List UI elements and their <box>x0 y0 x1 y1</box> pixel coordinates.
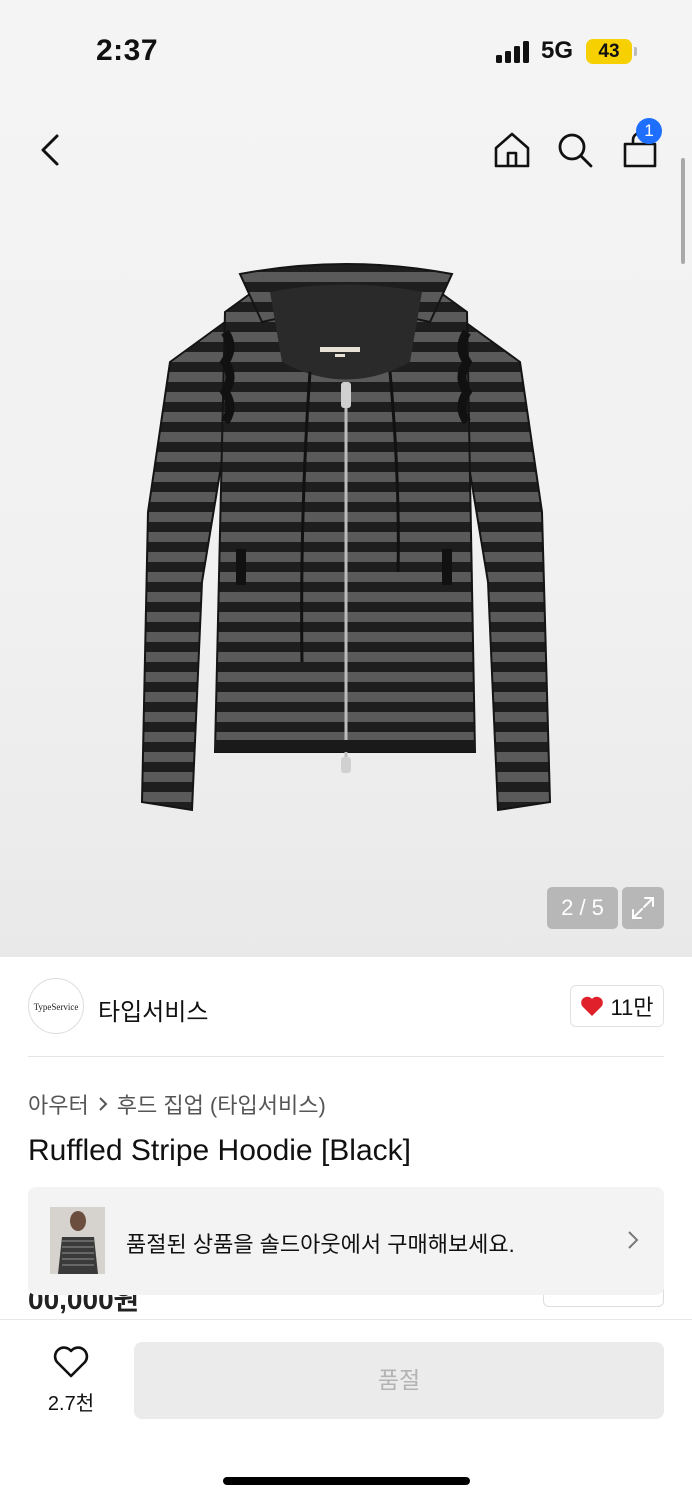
signal-icon <box>496 41 532 63</box>
wishlist-count: 2.7천 <box>47 1393 95 1415</box>
chevron-right-icon <box>628 1231 639 1249</box>
image-counter: 2 / 5 <box>547 887 618 929</box>
product-gallery[interactable]: 2:37 5G 43 1 2 / 5 <box>0 0 692 957</box>
brand-name[interactable]: 타입서비스 <box>98 992 208 1027</box>
brand-like-button[interactable]: 11만 <box>570 985 664 1027</box>
top-nav: 1 <box>0 118 692 180</box>
breadcrumb: 아우터 후드 집업 (타입서비스) <box>28 1088 326 1120</box>
battery-icon: 43 <box>586 39 637 64</box>
brand-row[interactable]: TypeService 타입서비스 11만 <box>28 978 664 1036</box>
cart-badge: 1 <box>636 118 662 144</box>
bottom-action-bar: 2.7천 품절 <box>0 1319 692 1500</box>
product-image[interactable] <box>130 262 562 822</box>
chevron-right-icon <box>99 1097 108 1111</box>
home-indicator <box>223 1477 470 1485</box>
soldout-banner[interactable]: 품절된 상품을 솔드아웃에서 구매해보세요. <box>28 1187 664 1295</box>
divider <box>28 1056 664 1057</box>
soldout-button[interactable]: 품절 <box>134 1342 664 1419</box>
heart-outline-icon <box>53 1346 89 1378</box>
bag-icon[interactable]: 1 <box>616 118 664 174</box>
breadcrumb-subcategory[interactable]: 후드 집업 (타입서비스) <box>117 1088 326 1120</box>
home-icon[interactable] <box>488 126 536 174</box>
soldout-banner-text: 품절된 상품을 솔드아웃에서 구매해보세요. <box>126 1232 515 1257</box>
brand-logo[interactable]: TypeService <box>28 978 84 1034</box>
expand-icon[interactable] <box>622 887 664 929</box>
search-icon[interactable] <box>551 126 599 174</box>
product-title: Ruffled Stripe Hoodie [Black] <box>28 1134 411 1167</box>
network-type: 5G <box>541 37 574 64</box>
status-bar: 2:37 5G 43 <box>0 0 692 100</box>
back-icon[interactable] <box>26 126 74 174</box>
scrollbar[interactable] <box>681 158 685 264</box>
breadcrumb-category[interactable]: 아우터 <box>28 1088 89 1120</box>
status-time: 2:37 <box>96 34 159 67</box>
heart-filled-icon <box>581 996 604 1016</box>
brand-like-count: 11만 <box>610 995 654 1020</box>
wishlist-button[interactable]: 2.7천 <box>36 1346 106 1416</box>
banner-thumbnail <box>50 1207 105 1274</box>
